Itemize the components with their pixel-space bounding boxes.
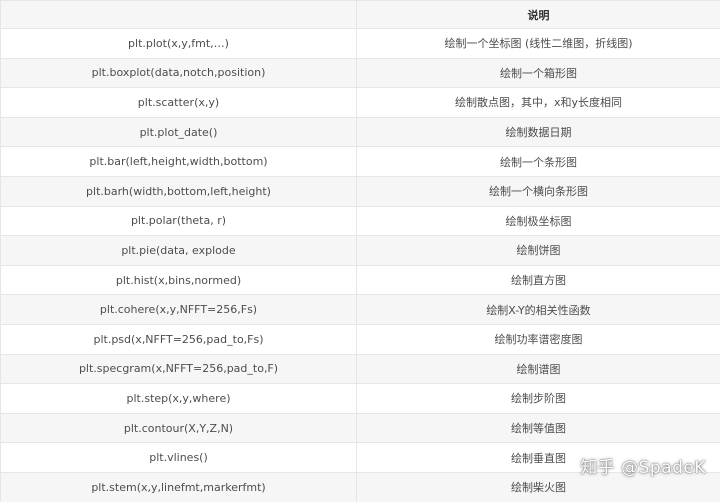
function-cell: plt.plot(x,y,fmt,…) [0,28,357,59]
table-row: plt.cohere(x,y,NFFT=256,Fs) 绘制X-Y的相关性函数 [0,294,720,325]
table-row: plt.scatter(x,y) 绘制散点图，其中，x和y长度相同 [0,87,720,118]
table-row: plt.step(x,y,where) 绘制步阶图 [0,383,720,414]
watermark: 知乎 @SpadeK [580,458,706,478]
description-cell: 绘制X-Y的相关性函数 [356,294,720,325]
description-cell: 绘制饼图 [356,235,720,266]
function-cell: plt.contour(X,Y,Z,N) [0,412,357,444]
function-cell: plt.step(x,y,where) [0,383,357,414]
function-cell: plt.vlines() [0,442,357,473]
header-row: 说明 [0,0,720,29]
description-cell: 绘制极坐标图 [356,205,720,237]
description-cell: 绘制一个箱形图 [356,57,720,89]
function-cell: plt.hist(x,bins,normed) [0,264,357,296]
description-cell: 绘制谱图 [356,353,720,385]
function-cell: plt.polar(theta, r) [0,205,357,237]
table-row: plt.pie(data, explode 绘制饼图 [0,235,720,266]
table-row: plt.boxplot(data,notch,position) 绘制一个箱形图 [0,57,720,89]
table-row: plt.hist(x,bins,normed) 绘制直方图 [0,264,720,296]
function-cell: plt.specgram(x,NFFT=256,pad_to,F) [0,353,357,385]
description-cell: 绘制一个条形图 [356,146,720,177]
function-cell: plt.psd(x,NFFT=256,pad_to,Fs) [0,323,357,355]
table-body: plt.plot(x,y,fmt,…) 绘制一个坐标图 (线性二维图，折线图) p… [0,28,720,502]
description-cell: 绘制功率谱密度图 [356,323,720,355]
table-row: plt.polar(theta, r) 绘制极坐标图 [0,205,720,237]
function-cell: plt.scatter(x,y) [0,87,357,118]
table-row: plt.plot_date() 绘制数据日期 [0,116,720,148]
description-cell: 绘制一个坐标图 (线性二维图，折线图) [356,28,720,59]
table-row: plt.specgram(x,NFFT=256,pad_to,F) 绘制谱图 [0,353,720,385]
table-row: plt.barh(width,bottom,left,height) 绘制一个横向… [0,175,720,207]
table-row: plt.psd(x,NFFT=256,pad_to,Fs) 绘制功率谱密度图 [0,323,720,355]
header-function [0,0,357,29]
table-row: plt.contour(X,Y,Z,N) 绘制等值图 [0,412,720,444]
table-header: 说明 [0,0,720,29]
table-row: plt.bar(left,height,width,bottom) 绘制一个条形图 [0,146,720,177]
description-cell: 绘制数据日期 [356,116,720,148]
description-cell: 绘制直方图 [356,264,720,296]
function-cell: plt.bar(left,height,width,bottom) [0,146,357,177]
function-cell: plt.pie(data, explode [0,235,357,266]
function-cell: plt.boxplot(data,notch,position) [0,57,357,89]
function-cell: plt.barh(width,bottom,left,height) [0,175,357,207]
description-cell: 绘制一个横向条形图 [356,175,720,207]
header-description: 说明 [356,0,720,29]
description-cell: 绘制散点图，其中，x和y长度相同 [356,87,720,118]
function-cell: plt.cohere(x,y,NFFT=256,Fs) [0,294,357,325]
table-row: plt.plot(x,y,fmt,…) 绘制一个坐标图 (线性二维图，折线图) [0,28,720,59]
description-cell: 绘制等值图 [356,412,720,444]
description-cell: 绘制步阶图 [356,383,720,414]
function-table: 说明 plt.plot(x,y,fmt,…) 绘制一个坐标图 (线性二维图，折线图… [0,0,720,502]
function-cell: plt.plot_date() [0,116,357,148]
function-cell: plt.stem(x,y,linefmt,markerfmt) [0,471,357,502]
